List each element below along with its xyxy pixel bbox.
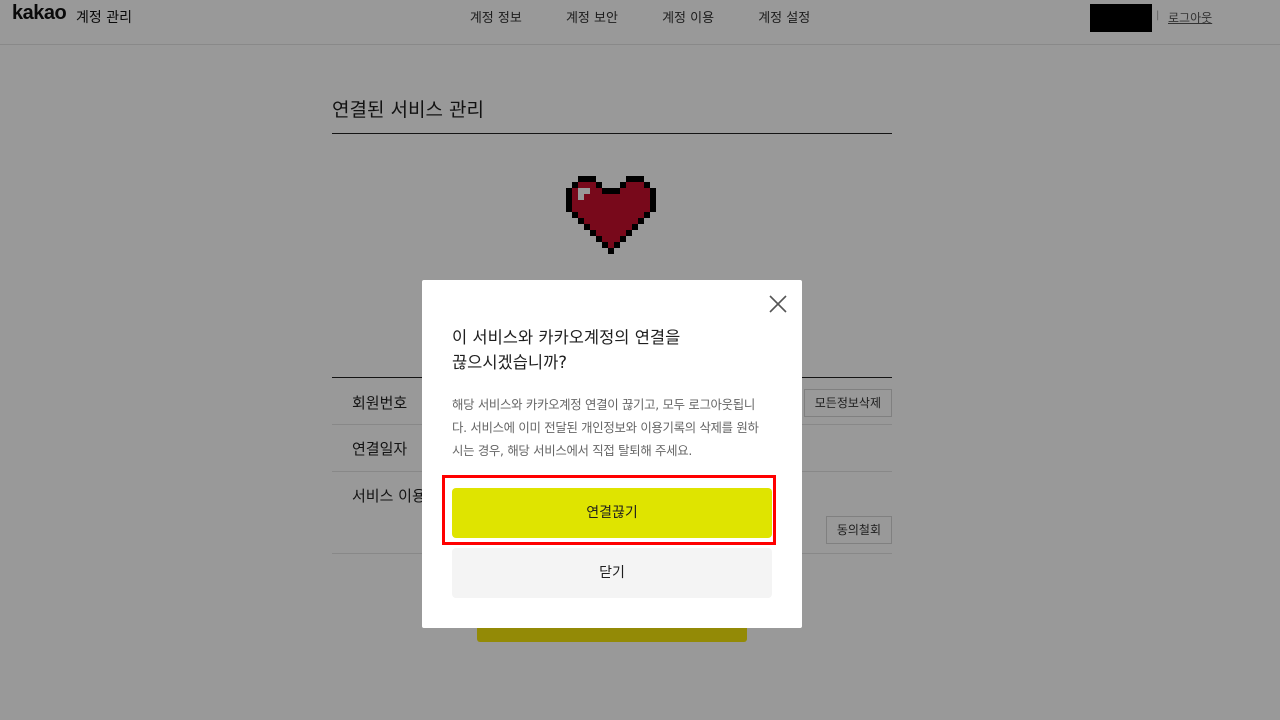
- dialog-desc-line1: 해당 서비스와 카카오계정 연결이 끊기고, 모두 로그아웃됩니: [452, 397, 755, 412]
- disconnect-dialog: 이 서비스와 카카오계정의 연결을 끊으시겠습니까? 해당 서비스와 카카오계정…: [422, 280, 802, 628]
- close-button[interactable]: 닫기: [452, 548, 772, 598]
- dialog-title: 이 서비스와 카카오계정의 연결을 끊으시겠습니까?: [452, 325, 772, 375]
- disconnect-button[interactable]: 연결끊기: [452, 488, 772, 538]
- dialog-title-line2: 끊으시겠습니까?: [452, 353, 568, 372]
- close-icon[interactable]: [766, 292, 790, 316]
- dialog-desc-line2: 다. 서비스에 이미 전달된 개인정보와 이용기록의 삭제를 원하: [452, 420, 759, 435]
- dialog-desc-line3: 시는 경우, 해당 서비스에서 직접 탈퇴해 주세요.: [452, 443, 692, 458]
- dialog-title-line1: 이 서비스와 카카오계정의 연결을: [452, 328, 681, 347]
- dialog-description: 해당 서비스와 카카오계정 연결이 끊기고, 모두 로그아웃됩니 다. 서비스에…: [452, 393, 774, 462]
